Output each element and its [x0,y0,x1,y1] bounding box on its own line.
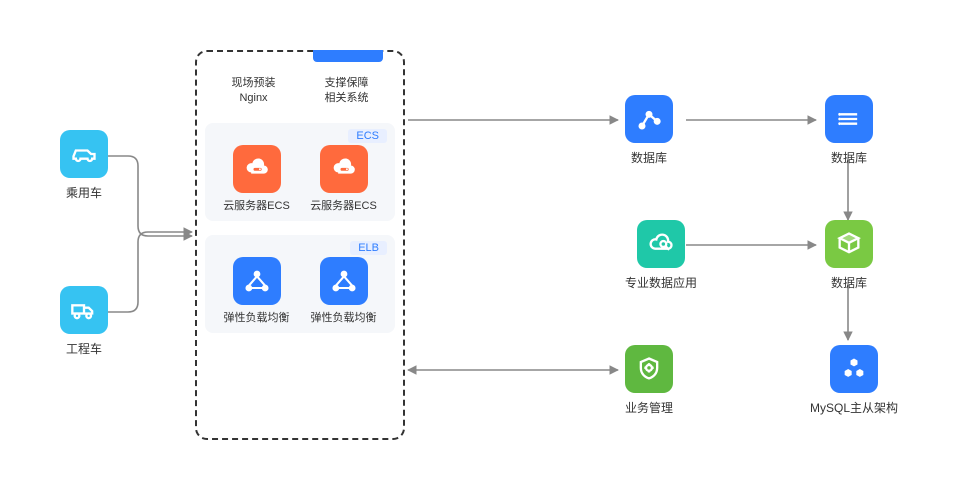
ecs-item: 云服务器ECS [223,145,290,213]
load-balancer-icon [320,257,368,305]
car-label: 乘用车 [66,184,102,201]
db-b-node: 数据库 [825,95,873,166]
ecs-item-label: 云服务器ECS [310,197,377,213]
db-b-label: 数据库 [831,149,867,166]
shield-gear-icon [625,345,673,393]
elb-item: 弹性负载均衡 [224,257,290,325]
mgmt-label: 业务管理 [625,399,673,416]
app-label: 专业数据应用 [625,274,697,291]
truck-label: 工程车 [66,340,102,357]
mysql-node: MySQL主从架构 [810,345,898,416]
cube-icon [825,220,873,268]
car-node: 乘用车 [60,130,108,201]
panel-tab [313,50,383,62]
mysql-label: MySQL主从架构 [810,399,898,416]
network-icon [625,95,673,143]
ecs-item: 云服务器ECS [310,145,377,213]
truck-icon [60,286,108,334]
panel-head-line: 现场预装 [232,76,276,91]
db-a-label: 数据库 [631,149,667,166]
elb-item: 弹性负载均衡 [311,257,377,325]
ecs-badge: ECS [348,129,387,143]
central-panel: 现场预装 Nginx 支撑保障 相关系统 ECS 云服务器ECS 云服务器ECS… [195,50,405,440]
elb-box: ELB 弹性负载均衡 弹性负载均衡 [205,235,395,333]
mgmt-node: 业务管理 [625,345,673,416]
elb-badge: ELB [350,241,387,255]
panel-head-col: 支撑保障 相关系统 [325,76,369,107]
truck-node: 工程车 [60,286,108,357]
ecs-box: ECS 云服务器ECS 云服务器ECS [205,123,395,221]
hex-cluster-icon [830,345,878,393]
panel-head-col: 现场预装 Nginx [232,76,276,107]
load-balancer-icon [233,257,281,305]
panel-head: 现场预装 Nginx 支撑保障 相关系统 [205,60,395,115]
elb-item-label: 弹性负载均衡 [311,309,377,325]
db-c-node: 数据库 [825,220,873,291]
car-icon [60,130,108,178]
elb-item-label: 弹性负载均衡 [224,309,290,325]
panel-head-line: 相关系统 [325,91,369,106]
cloud-search-icon [637,220,685,268]
ecs-item-label: 云服务器ECS [223,197,290,213]
db-c-label: 数据库 [831,274,867,291]
stack-icon [825,95,873,143]
cloud-server-icon [233,145,281,193]
connectors [0,0,960,500]
panel-head-line: 支撑保障 [325,76,369,91]
app-node: 专业数据应用 [625,220,697,291]
db-a-node: 数据库 [625,95,673,166]
panel-head-line: Nginx [232,91,276,106]
cloud-server-icon [320,145,368,193]
